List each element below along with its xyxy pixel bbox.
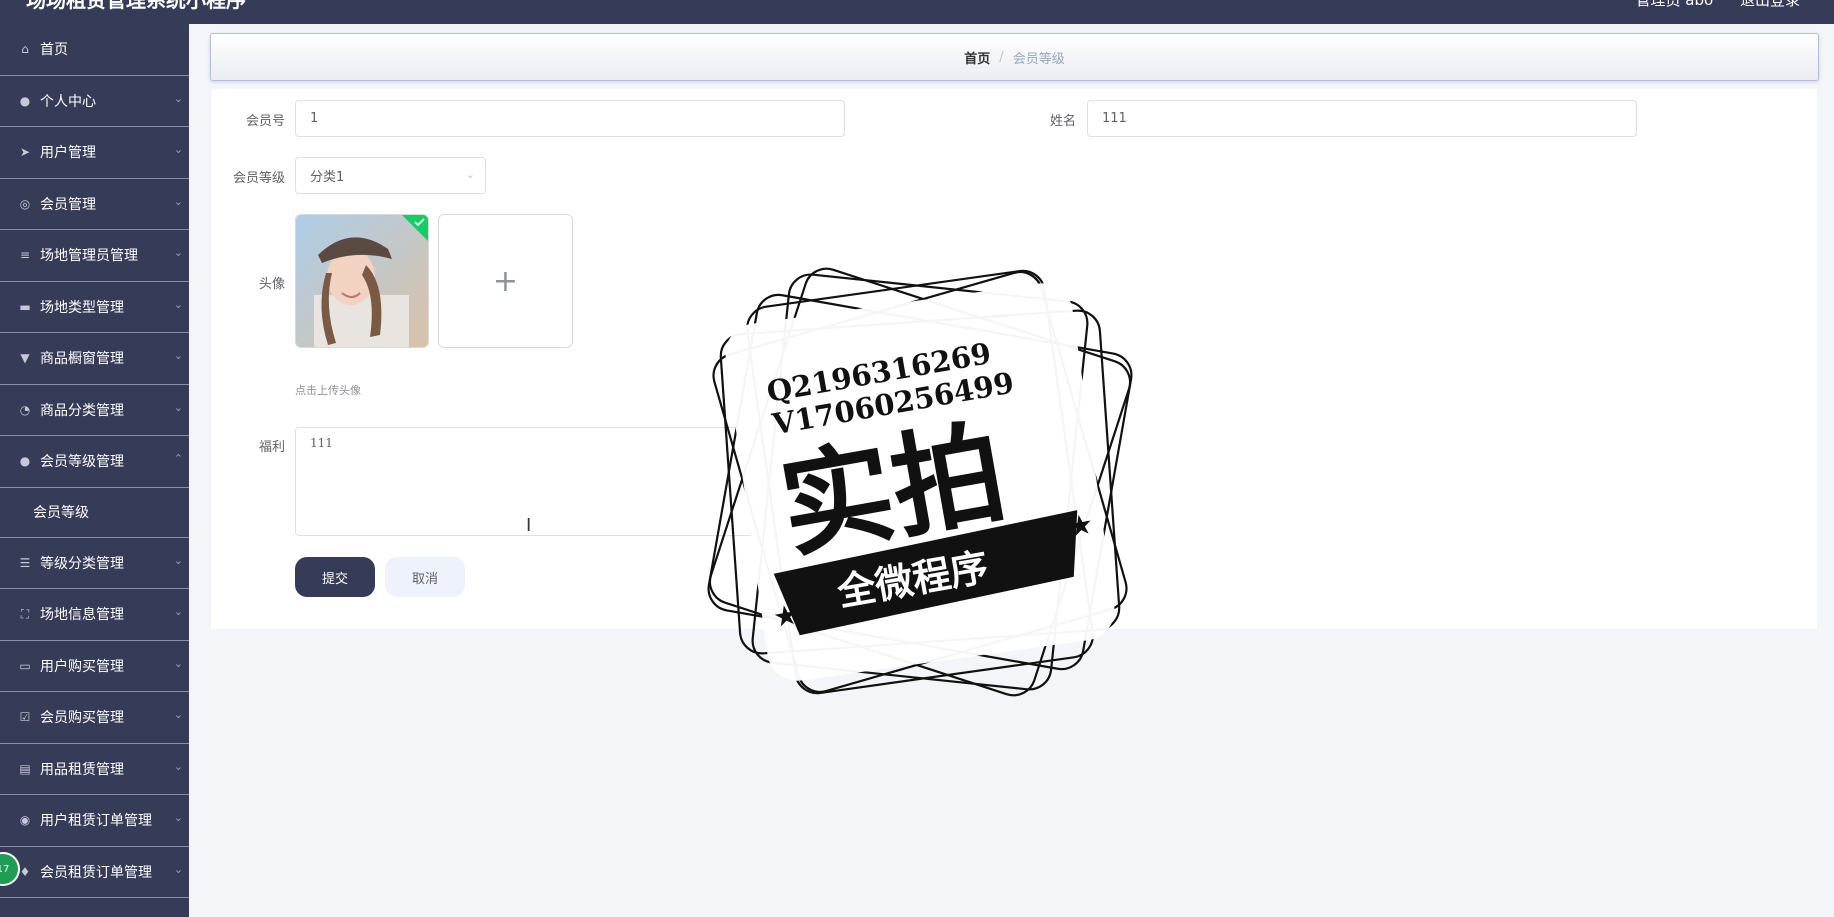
sidebar-item-label: 场地类型管理: [40, 299, 124, 316]
sidebar-item-label: 等级分类管理: [40, 555, 124, 572]
sliders-icon: ☰: [19, 555, 31, 570]
submenu-item-member-level[interactable]: 会员等级: [0, 488, 189, 538]
home-icon: ⌂: [21, 42, 29, 57]
sidebar-item-label: 场地信息管理: [40, 607, 124, 624]
brush-icon: ▼: [20, 351, 30, 366]
cancel-button[interactable]: 取消: [385, 557, 465, 597]
sidebar-item-label: 会员租赁订单管理: [40, 864, 152, 881]
name-value: 111: [1102, 111, 1127, 126]
member-level-select[interactable]: 分类1 ⌄: [295, 157, 486, 194]
sidebar-item[interactable]: ◔ 商品分类管理 ⌄: [0, 385, 189, 436]
avatar-label: 头像: [258, 277, 285, 292]
sidebar-item-label: 商品橱窗管理: [40, 351, 124, 368]
sidebar-item[interactable]: ☰ 等级分类管理 ⌄: [0, 538, 189, 589]
sidebar-item[interactable]: ☑ 会员购买管理 ⌄: [0, 692, 189, 744]
sidebar-item-label: 用户管理: [40, 145, 96, 162]
sidebar: ⌂ 首页 ● 个人中心 ⌄ ➤ 用户管理 ⌄ ◎ 会员管理 ⌄ ≡ 场地管理员管理 ⌄ ▬ 场地类型管理 ⌄ ▼ 商…: [0, 24, 189, 917]
fullscreen-icon: ⛶: [20, 606, 30, 621]
upload-hint: 点击上传头像: [295, 384, 361, 397]
sidebar-item-label: 场地管理员管理: [40, 248, 138, 265]
gauge-icon: ◔: [19, 402, 31, 417]
submit-button[interactable]: 提交: [295, 557, 375, 597]
sidebar-item-label: 用户租赁订单管理: [40, 813, 152, 830]
ticket-icon: ▬: [19, 299, 31, 314]
send-icon: ➤: [19, 145, 31, 160]
sidebar-item-label: 用户购买管理: [40, 658, 124, 675]
name-input[interactable]: 111: [1087, 100, 1637, 137]
sidebar-item[interactable]: ⌂ 首页: [0, 24, 189, 76]
chevron-down-icon: ⌄: [173, 194, 183, 208]
chat-icon: ▭: [19, 658, 31, 673]
avatar-image[interactable]: [295, 214, 429, 348]
member-no-label: 会员号: [245, 114, 285, 129]
sidebar-item[interactable]: ▭ 用户购买管理 ⌄: [0, 641, 189, 692]
breadcrumb-home[interactable]: 首页: [964, 48, 990, 67]
chevron-down-icon: ⌄: [173, 605, 183, 619]
breadcrumb: 首页 / 会员等级: [210, 33, 1819, 81]
briefcase-icon: ▤: [19, 761, 31, 776]
sidebar-item[interactable]: ▤ 用品租赁管理 ⌄: [0, 744, 189, 795]
menu-lines-icon: ≡: [19, 248, 31, 263]
chevron-down-icon: ⌄: [173, 349, 183, 363]
sidebar-item-label: 首页: [40, 42, 68, 59]
sidebar-item[interactable]: ● 个人中心 ⌄: [0, 76, 189, 127]
benefit-value: 111: [310, 436, 333, 450]
ring-icon: ◉: [19, 813, 31, 828]
logout-link[interactable]: 退出登录: [1740, 0, 1800, 9]
sidebar-item-label: 个人中心: [40, 93, 96, 110]
chevron-down-icon: ⌄: [173, 553, 183, 567]
member-no-input[interactable]: 1: [295, 100, 845, 137]
breadcrumb-separator: /: [999, 49, 1004, 65]
member-no-value: 1: [310, 111, 319, 126]
sidebar-item[interactable]: ♦ 会员租赁订单管理 ⌄: [0, 847, 189, 898]
chevron-down-icon: ⌄: [173, 759, 183, 773]
chevron-down-icon: ⌄: [173, 862, 183, 876]
user-icon: ●: [19, 93, 31, 108]
sidebar-item-label: 用品租赁管理: [40, 761, 124, 778]
member-level-value: 分类1: [310, 170, 345, 185]
app-title: 场场租赁管理系统小程序: [26, 0, 246, 12]
sidebar-item[interactable]: ➤ 用户管理 ⌄: [0, 127, 189, 179]
sidebar-item-label: 会员购买管理: [40, 710, 124, 727]
submenu-item-label: 会员等级: [33, 505, 89, 521]
sidebar-item[interactable]: ⛶ 场地信息管理 ⌄: [0, 589, 189, 641]
chevron-down-icon: ⌄: [173, 656, 183, 670]
user-icon: ●: [19, 454, 31, 469]
sidebar-item-label: 会员等级管理: [40, 454, 124, 471]
breadcrumb-current: 会员等级: [1012, 51, 1065, 67]
sidebar-item[interactable]: ▬ 场地类型管理 ⌄: [0, 282, 189, 333]
check-badge-icon: [402, 215, 428, 241]
chevron-down-icon: ⌄: [173, 400, 183, 414]
chevron-down-icon: ⌄: [173, 811, 183, 825]
sidebar-item[interactable]: ● 会员等级管理 ⌃: [0, 436, 189, 488]
chevron-down-icon: ⌄: [173, 91, 183, 105]
plus-icon: +: [492, 263, 519, 299]
chevron-up-icon: ⌃: [173, 452, 183, 466]
upload-button[interactable]: +: [438, 214, 573, 348]
text-cursor-icon: I: [526, 515, 532, 536]
chevron-down-icon: ⌄: [173, 297, 183, 311]
sidebar-item[interactable]: ▼ 商品橱窗管理 ⌄: [0, 333, 189, 385]
chevron-down-icon: ⌄: [173, 246, 183, 260]
sidebar-item-label: 会员管理: [40, 196, 96, 213]
chevron-down-icon: ⌄: [173, 708, 183, 722]
sidebar-item[interactable]: ◉ 用户租赁订单管理 ⌄: [0, 795, 189, 847]
pin-icon: ♦: [19, 864, 31, 879]
watermark-stamp: Q2196316269 V17060256499 实拍 全微程序 ★ ★: [707, 267, 1133, 697]
checkbox-icon: ☑: [19, 710, 31, 725]
top-bar: 场场租赁管理系统小程序 管理员 abo 退出登录: [0, 0, 1834, 24]
target-icon: ◎: [19, 196, 31, 211]
admin-user-label: 管理员 abo: [1635, 0, 1714, 9]
benefit-label: 福利: [258, 440, 285, 455]
name-label: 姓名: [1049, 114, 1076, 129]
sidebar-item[interactable]: ≡ 场地管理员管理 ⌄: [0, 230, 189, 282]
chevron-down-icon: ⌄: [173, 143, 183, 157]
sidebar-item[interactable]: ◎ 会员管理 ⌄: [0, 179, 189, 230]
member-level-label: 会员等级: [232, 171, 285, 186]
sidebar-item-label: 商品分类管理: [40, 402, 124, 419]
chevron-down-icon: ⌄: [465, 167, 475, 181]
top-right-area: 管理员 abo 退出登录: [1614, 0, 1800, 10]
